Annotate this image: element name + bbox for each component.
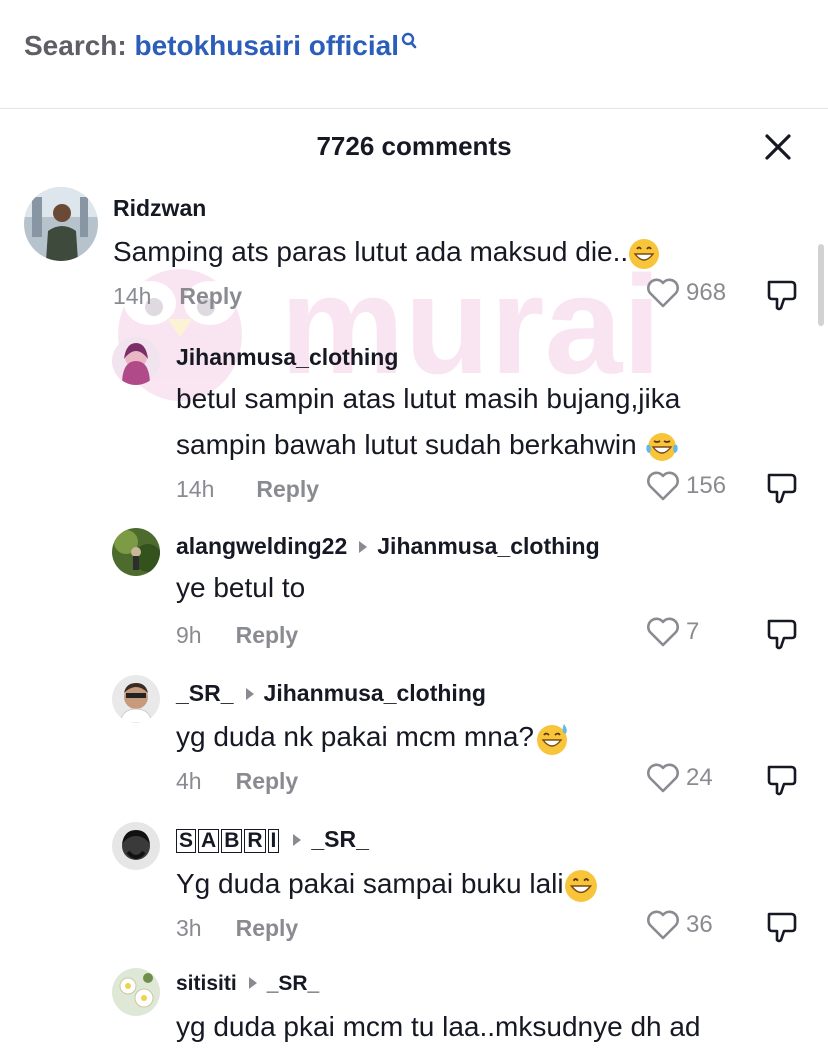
avatar[interactable] — [112, 337, 160, 385]
avatar[interactable] — [112, 968, 160, 1016]
comment-text-body: Yg duda pakai sampai buku lali — [176, 868, 564, 899]
comment-meta: 14h Reply — [176, 476, 319, 503]
comment-time: 9h — [176, 622, 202, 648]
search-bar[interactable]: Search: betokhusairi official — [0, 0, 828, 109]
like-button[interactable]: 36 — [646, 910, 713, 942]
comment-time: 14h — [176, 476, 215, 502]
reply-to-username[interactable]: _SR_ — [311, 826, 369, 852]
reply-button[interactable]: Reply — [236, 915, 299, 941]
like-count: 156 — [686, 472, 727, 499]
heart-icon[interactable] — [646, 617, 680, 647]
comment-text-line: sampin bawah lutut sudah berkahwin — [176, 422, 680, 468]
avatar[interactable] — [24, 187, 98, 261]
username-letter: R — [244, 829, 266, 853]
dislike-icon[interactable] — [765, 763, 799, 797]
comment-time: 14h — [113, 283, 152, 309]
search-query[interactable]: betokhusairi official — [135, 30, 400, 61]
like-button[interactable]: 24 — [646, 763, 713, 795]
like-button[interactable]: 7 — [646, 617, 699, 649]
comment-text: betul sampin atas lutut masih bujang,jik… — [176, 376, 680, 468]
grinning-sweat-icon — [536, 723, 567, 755]
avatar[interactable] — [112, 675, 160, 723]
dislike-icon[interactable] — [765, 278, 799, 312]
username-text[interactable]: alangwelding22 — [176, 533, 347, 559]
heart-icon[interactable] — [646, 763, 680, 793]
avatar[interactable] — [112, 822, 160, 870]
comment-text: Yg duda pakai sampai buku lali — [176, 861, 598, 907]
search-icon[interactable] — [401, 32, 417, 50]
comment-text-body: Samping ats paras lutut ada maksud die.. — [113, 236, 629, 267]
comment-text: ye betul to — [176, 572, 306, 603]
reply-button[interactable]: Reply — [179, 283, 242, 309]
reply-arrow-icon — [359, 540, 368, 553]
close-icon[interactable] — [760, 129, 796, 165]
username-text[interactable]: _SR_ — [176, 680, 234, 706]
comments-header: 7726 comments — [0, 109, 828, 179]
comment-time: 3h — [176, 915, 202, 941]
username-text[interactable]: sitisiti — [176, 972, 237, 995]
username-letter: B — [221, 829, 243, 853]
heart-icon[interactable] — [646, 471, 680, 501]
grinning-face-icon — [629, 238, 660, 269]
search-prefix: Search: — [24, 30, 127, 61]
comment-count: 7726 comments — [316, 131, 512, 161]
username-letter: A — [198, 829, 220, 853]
like-count: 7 — [686, 618, 700, 645]
grinning-face-icon — [564, 869, 597, 902]
like-count: 36 — [686, 911, 713, 938]
avatar[interactable] — [112, 528, 160, 576]
dislike-icon[interactable] — [765, 910, 799, 944]
comment-text: Samping ats paras lutut ada maksud die.. — [113, 229, 660, 275]
reply-arrow-icon — [248, 977, 257, 990]
like-count: 968 — [686, 279, 727, 306]
reply-to-username[interactable]: Jihanmusa_clothing — [264, 680, 486, 706]
like-button[interactable]: 156 — [646, 471, 726, 503]
comment-username[interactable]: _SR_ Jihanmusa_clothing — [176, 680, 486, 707]
reply-arrow-icon — [293, 833, 302, 846]
comment-meta: 3h Reply — [176, 915, 298, 942]
comment-meta: 4h Reply — [176, 768, 298, 795]
reply-button[interactable]: Reply — [236, 768, 299, 794]
dislike-icon[interactable] — [765, 471, 799, 505]
comment-username[interactable]: Jihanmusa_clothing — [176, 344, 398, 371]
comment-text-body: sampin bawah lutut sudah berkahwin — [176, 429, 637, 460]
comment-text: yg duda nk pakai mcm mna? — [176, 714, 570, 760]
reply-button[interactable]: Reply — [256, 476, 319, 502]
username-letter: S — [176, 829, 197, 853]
heart-icon[interactable] — [646, 278, 680, 308]
comment-username[interactable]: alangwelding22 Jihanmusa_clothing — [176, 533, 600, 560]
tears-of-joy-icon — [645, 432, 678, 461]
heart-icon[interactable] — [646, 910, 680, 940]
reply-button[interactable]: Reply — [236, 622, 299, 648]
comment-username[interactable]: sitisiti _SR_ — [176, 972, 319, 996]
reply-to-username[interactable]: _SR_ — [267, 972, 320, 995]
like-button[interactable]: 968 — [646, 278, 726, 310]
scrollbar[interactable] — [818, 244, 824, 326]
comment-meta: 14h Reply — [113, 283, 242, 310]
comment-text: yg duda pkai mcm tu laa..mksudnye dh ad — [176, 1011, 701, 1042]
comment-text-body: yg duda nk pakai mcm mna? — [176, 721, 534, 752]
username-letter: I — [267, 829, 280, 853]
comment-time: 4h — [176, 768, 202, 794]
comment-meta: 9h Reply — [176, 622, 298, 649]
dislike-icon[interactable] — [765, 617, 799, 651]
reply-to-username[interactable]: Jihanmusa_clothing — [377, 533, 599, 559]
like-count: 24 — [686, 764, 713, 791]
comment-text-line: betul sampin atas lutut masih bujang,jik… — [176, 383, 681, 414]
reply-arrow-icon — [245, 687, 254, 700]
comment-username[interactable]: Ridzwan — [113, 195, 206, 222]
boxed-username[interactable]: SABRI — [176, 826, 281, 853]
search-text[interactable]: Search: betokhusairi official — [24, 30, 417, 62]
comment-username[interactable]: S A B R I _SR_ — [176, 826, 369, 853]
